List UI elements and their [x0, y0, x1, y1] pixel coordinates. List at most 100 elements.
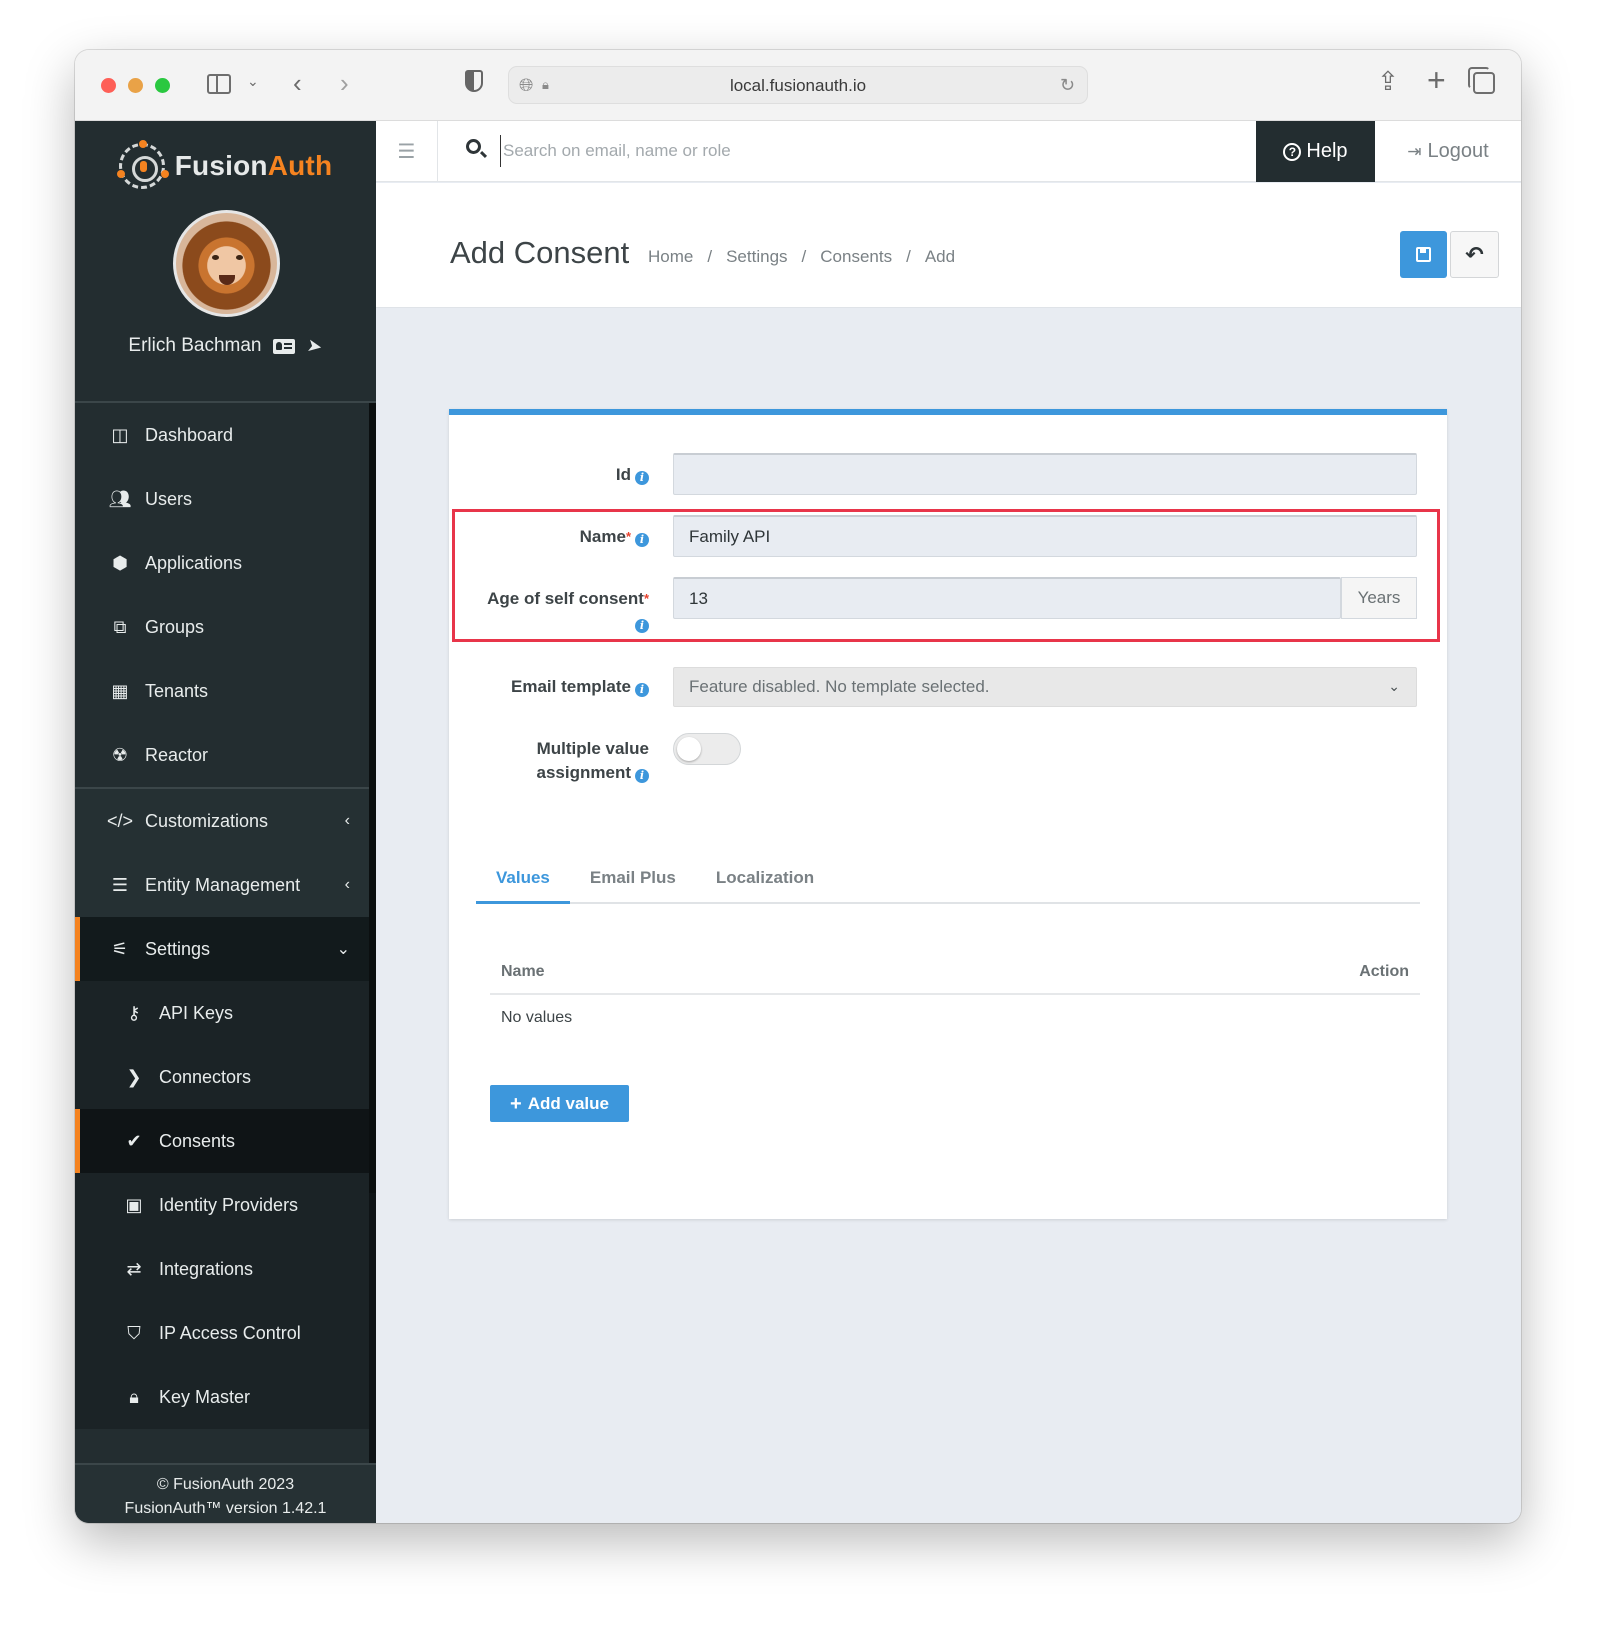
sidebar-scrollbar-thumb[interactable] [369, 403, 376, 1193]
id-card-icon[interactable] [273, 338, 296, 354]
multiple-value-label-line1: Multiple value [536, 739, 649, 758]
sidebar-item-consents[interactable]: ✔ Consents [75, 1109, 376, 1173]
chevron-left-icon: ‹ [344, 876, 350, 893]
sidebar-item-integrations[interactable]: ⇄ Integrations [75, 1237, 376, 1301]
consent-form-panel: Idi Name*i Age of self consent*i Years [449, 409, 1447, 1219]
privacy-shield-icon[interactable] [465, 70, 483, 92]
chevron-down-icon[interactable]: ⌄ [247, 74, 259, 88]
breadcrumb-home[interactable]: Home [648, 247, 693, 267]
search-input[interactable] [500, 135, 1200, 167]
sidebar-item-connectors[interactable]: ❯ Connectors [75, 1045, 376, 1109]
info-icon[interactable]: i [635, 471, 649, 485]
sidebar-item-tenants[interactable]: ▦ Tenants [75, 659, 376, 723]
id-field[interactable] [673, 453, 1417, 495]
share-icon[interactable]: ⇪ [1377, 68, 1399, 94]
values-table: Name Action No values [490, 955, 1420, 1041]
tab-localization[interactable]: Localization [696, 860, 834, 904]
save-button[interactable] [1400, 231, 1447, 278]
sidebar-item-applications[interactable]: ⬢ Applications [75, 531, 376, 595]
info-icon[interactable]: i [635, 533, 649, 547]
age-of-self-consent-field[interactable] [673, 577, 1341, 619]
breadcrumb-consents[interactable]: Consents [820, 247, 892, 267]
add-value-label: Add value [527, 1093, 609, 1113]
email-template-select[interactable]: Feature disabled. No template selected. … [673, 667, 1417, 707]
sidebar-item-dashboard[interactable]: ◫ Dashboard [75, 403, 376, 467]
tab-email-plus[interactable]: Email Plus [570, 860, 696, 904]
reload-icon[interactable]: ↻ [1060, 75, 1075, 96]
column-header-action: Action [1359, 963, 1409, 980]
info-icon[interactable]: i [635, 619, 649, 633]
address-bar[interactable]: 🌐︎ 🔒︎ local.fusionauth.io ↻ [508, 66, 1088, 104]
close-window-button[interactable] [101, 78, 116, 93]
sidebar-item-key-master[interactable]: 🔒︎ Key Master [75, 1365, 376, 1429]
avatar[interactable] [173, 210, 280, 317]
brand-logo[interactable]: FusionAuth [75, 140, 376, 191]
toggle-knob [677, 737, 701, 761]
sidebar-item-reactor[interactable]: ☢ Reactor [75, 723, 376, 787]
id-label: Id i [616, 463, 649, 487]
logout-button[interactable]: ⇥ Logout [1375, 121, 1521, 182]
logout-label: Logout [1427, 140, 1489, 162]
sidebar-item-label: Connectors [159, 1066, 252, 1087]
sidebar-group-entity-management[interactable]: ☰ Entity Management ‹ [75, 853, 376, 917]
search-icon [466, 139, 481, 154]
sidebar-group-settings[interactable]: ⚟ Settings ⌄ [75, 917, 376, 981]
server-icon: ☰ [111, 874, 129, 895]
email-template-label-text: Email template [511, 677, 631, 696]
new-tab-icon[interactable]: + [1427, 64, 1446, 96]
multiple-value-label-line2: assignment [536, 763, 631, 782]
users-icon: 👥︎ [108, 488, 132, 509]
sidebar-item-label: Identity Providers [159, 1194, 299, 1215]
page-header: Add Consent Home / Settings / Consents /… [376, 183, 1521, 308]
user-info: Erlich Bachman ➤ [75, 334, 376, 357]
required-marker: * [625, 529, 631, 544]
sidebar-item-label: Consents [159, 1130, 236, 1151]
info-icon[interactable]: i [635, 769, 649, 783]
version-text: FusionAuth™ version 1.42.1 [124, 1500, 327, 1517]
info-icon[interactable]: i [635, 683, 649, 697]
sidebar-item-label: IP Access Control [159, 1322, 301, 1343]
minimize-window-button[interactable] [128, 78, 143, 93]
multiple-value-toggle[interactable] [673, 733, 741, 765]
id-badge-icon: ▣ [125, 1194, 143, 1215]
tab-values[interactable]: Values [476, 860, 570, 904]
sidebar-item-label: Settings [145, 938, 211, 959]
tab-overview-icon[interactable] [1468, 67, 1495, 94]
browser-sidebar-icon[interactable] [207, 74, 231, 94]
sidebar-item-ip-access-control[interactable]: ⛉ IP Access Control [75, 1301, 376, 1365]
outdent-icon: ☰ [397, 141, 416, 163]
help-button[interactable]: ? Help [1256, 121, 1375, 182]
breadcrumb-separator: / [801, 247, 807, 266]
sidebar-scrollbar[interactable] [369, 403, 376, 1473]
table-row: No values [490, 995, 1420, 1041]
object-group-icon: ⧉ [113, 616, 127, 637]
zoom-window-button[interactable] [155, 78, 170, 93]
forward-icon[interactable]: › [340, 70, 349, 96]
sidebar-item-users[interactable]: 👥︎ Users [75, 467, 376, 531]
breadcrumb-separator: / [707, 247, 713, 266]
email-template-value: Feature disabled. No template selected. [689, 677, 990, 696]
sidebar-item-identity-providers[interactable]: ▣ Identity Providers [75, 1173, 376, 1237]
sidebar-item-label: Applications [145, 552, 243, 573]
sidebar-item-groups[interactable]: ⧉ Groups [75, 595, 376, 659]
cancel-button[interactable]: ↶ [1450, 231, 1499, 278]
sidebar-item-api-keys[interactable]: ⚷ API Keys [75, 981, 376, 1045]
sidebar-group-customizations[interactable]: </> Customizations ‹ [75, 789, 376, 853]
email-template-label: Email template i [511, 675, 649, 699]
add-value-button[interactable]: + Add value [490, 1085, 629, 1122]
page-title: Add Consent [450, 235, 630, 270]
brand-name: FusionAuth [174, 150, 333, 181]
breadcrumb-settings[interactable]: Settings [726, 247, 787, 267]
table-header: Name Action [490, 955, 1420, 995]
name-field[interactable] [673, 515, 1417, 557]
sidebar-item-label: Tenants [145, 680, 209, 701]
id-label-text: Id [615, 465, 631, 484]
radiation-icon: ☢ [111, 744, 129, 765]
app: FusionAuth Erlich Bachman ➤ ◫ Dashboard [75, 121, 1521, 1523]
key-icon: ⚷ [127, 1002, 141, 1023]
shield-icon: ⛉ [127, 1322, 141, 1343]
name-label: Name* i [580, 525, 649, 549]
back-icon[interactable]: ‹ [293, 70, 302, 96]
menu-toggle-button[interactable]: ☰ [376, 121, 438, 182]
location-arrow-icon[interactable]: ➤ [306, 334, 324, 357]
